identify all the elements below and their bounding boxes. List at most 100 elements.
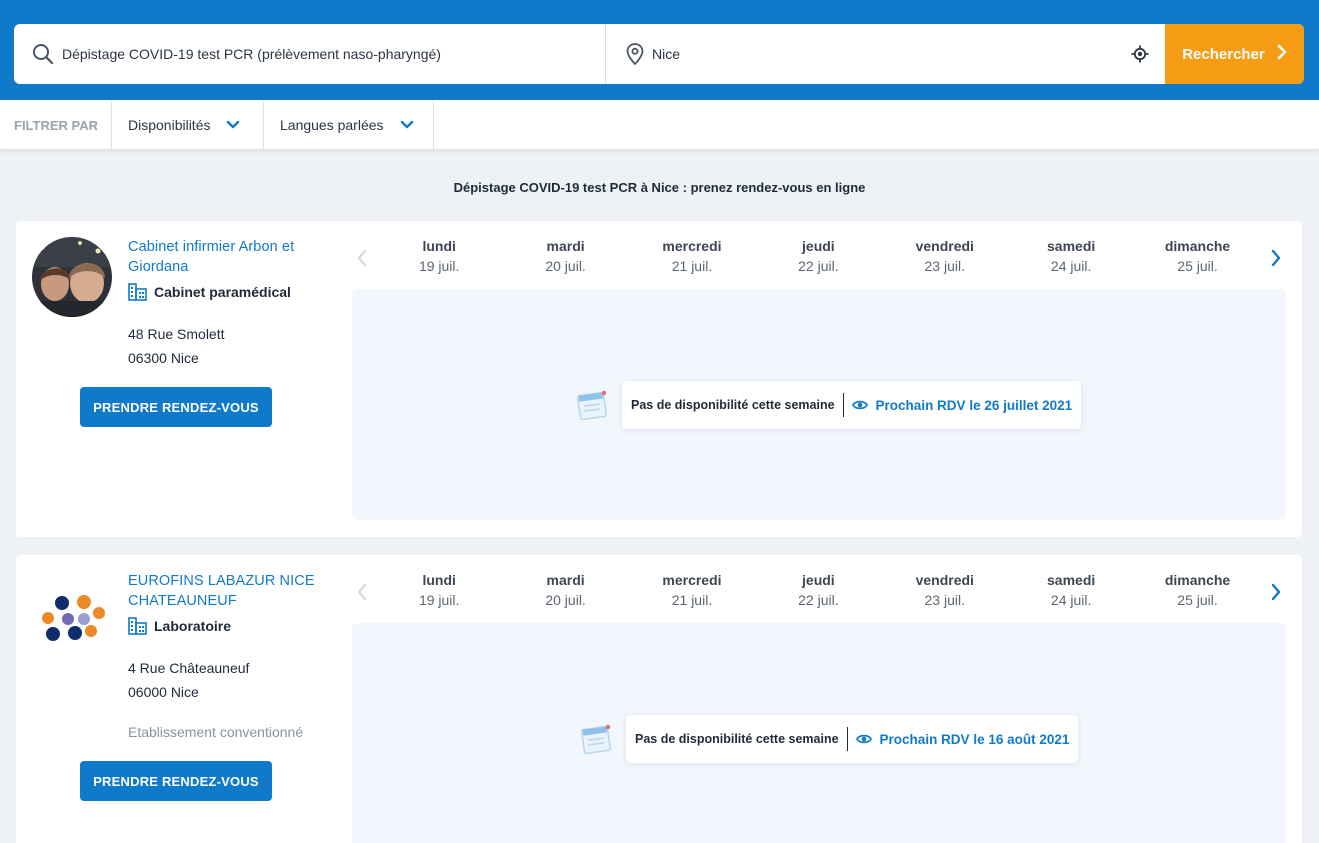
- address: 4 Rue Châteauneuf 06000 Nice: [128, 656, 249, 704]
- search-button-label: Rechercher: [1182, 45, 1265, 63]
- day-column: vendredi 23 juil.: [882, 571, 1008, 611]
- day-name: dimanche: [1164, 238, 1231, 254]
- day-name: samedi: [1047, 572, 1096, 588]
- no-availability-text: Pas de disponibilité cette semaine: [635, 732, 839, 746]
- crosshair-icon[interactable]: [1131, 45, 1149, 66]
- no-availability-text: Pas de disponibilité cette semaine: [631, 398, 835, 412]
- day-column: jeudi 22 juil.: [755, 571, 881, 611]
- day-column: mercredi 21 juil.: [629, 237, 755, 277]
- no-availability-box: Pas de disponibilité cette semaine Proch…: [622, 381, 1082, 429]
- availability-panel: Pas de disponibilité cette semaine Proch…: [352, 623, 1286, 843]
- divider: [842, 393, 844, 417]
- search-box: Dépistage COVID-19 test PCR (prélèvement…: [14, 24, 1304, 84]
- day-date: 21 juil.: [671, 592, 713, 608]
- book-appointment-button[interactable]: PRENDRE RENDEZ-VOUS: [80, 387, 272, 427]
- chevron-right-icon: [1277, 44, 1287, 64]
- page-title: Dépistage COVID-19 test PCR à Nice : pre…: [453, 180, 866, 195]
- filter-languages-dropdown[interactable]: Langues parlées: [264, 100, 434, 150]
- day-date: 25 juil.: [1177, 258, 1218, 274]
- day-column: mercredi 21 juil.: [629, 571, 755, 611]
- practitioner-type: Laboratoire: [128, 617, 231, 635]
- practitioner-name-link[interactable]: Cabinet infirmier Arbon et Giordana: [128, 237, 333, 277]
- map-pin-icon: [626, 43, 644, 65]
- day-date: 25 juil.: [1177, 592, 1218, 608]
- previous-week-icon[interactable]: [356, 249, 368, 272]
- no-availability-notice: Pas de disponibilité cette semaine Proch…: [580, 715, 1079, 763]
- chevron-down-icon: [400, 120, 414, 130]
- availability-panel: Pas de disponibilité cette semaine Proch…: [352, 289, 1286, 520]
- search-icon: [32, 43, 54, 65]
- day-date: 20 juil.: [545, 592, 586, 608]
- practitioner-type-label: Laboratoire: [154, 618, 232, 634]
- search-place-field[interactable]: Nice: [606, 24, 1165, 84]
- day-name: mercredi: [662, 238, 722, 254]
- eurofins-logo: [32, 571, 112, 651]
- previous-week-icon[interactable]: [356, 583, 368, 606]
- practitioner-type: Cabinet paramédical: [128, 283, 291, 301]
- day-name: jeudi: [802, 238, 835, 254]
- search-button[interactable]: Rechercher: [1165, 24, 1304, 84]
- result-card: EUROFINS LABAZUR NICE CHATEAUNEUF Labora…: [16, 555, 1302, 843]
- day-date: 24 juil.: [1050, 592, 1092, 608]
- day-column: lundi 19 juil.: [376, 237, 502, 277]
- avatar: [32, 237, 112, 317]
- day-date: 22 juil.: [798, 258, 839, 274]
- week-days-header: lundi 19 juil. mardi 20 juil. mercredi 21 j…: [376, 571, 1261, 611]
- next-week-icon[interactable]: [1270, 249, 1282, 272]
- day-date: 19 juil.: [418, 592, 460, 608]
- next-week-icon[interactable]: [1270, 583, 1282, 606]
- eye-icon: [855, 733, 872, 745]
- address-city: 06000 Nice: [128, 684, 199, 700]
- day-name: lundi: [422, 572, 456, 588]
- day-name: samedi: [1047, 238, 1096, 254]
- next-appointment-label[interactable]: Prochain RDV le 26 juillet 2021: [876, 398, 1073, 413]
- calendar-icon: [580, 722, 612, 756]
- day-date: 23 juil.: [924, 592, 965, 608]
- book-appointment-button[interactable]: PRENDRE RENDEZ-VOUS: [80, 761, 272, 801]
- filter-bar: FILTRER PAR Disponibilités Langues parlé…: [0, 100, 1319, 150]
- search-place-value[interactable]: Nice: [652, 46, 680, 62]
- search-query-value[interactable]: Dépistage COVID-19 test PCR (prélèvement…: [62, 46, 441, 62]
- day-name: vendredi: [915, 572, 974, 588]
- day-name: mercredi: [662, 572, 722, 588]
- day-name: vendredi: [915, 238, 974, 254]
- filter-availability-label: Disponibilités: [128, 117, 211, 133]
- day-name: jeudi: [802, 572, 835, 588]
- next-appointment-link[interactable]: Prochain RDV le 26 juillet 2021: [851, 398, 1073, 413]
- address-street: 48 Rue Smolett: [128, 326, 225, 342]
- day-date: 24 juil.: [1050, 258, 1092, 274]
- convention-status: Etablissement conventionné: [128, 724, 304, 740]
- day-date: 19 juil.: [418, 258, 460, 274]
- chevron-down-icon: [226, 120, 240, 130]
- address-street: 4 Rue Châteauneuf: [128, 660, 250, 676]
- filter-languages-label: Langues parlées: [280, 117, 384, 133]
- calendar-icon: [576, 388, 608, 422]
- search-query-field[interactable]: Dépistage COVID-19 test PCR (prélèvement…: [14, 24, 606, 84]
- no-availability-notice: Pas de disponibilité cette semaine Proch…: [576, 381, 1082, 429]
- divider: [846, 727, 848, 751]
- day-column: jeudi 22 juil.: [755, 237, 881, 277]
- day-column: lundi 19 juil.: [376, 571, 502, 611]
- day-column: vendredi 23 juil.: [882, 237, 1008, 277]
- address: 48 Rue Smolett 06300 Nice: [128, 322, 225, 370]
- filter-availability-dropdown[interactable]: Disponibilités: [112, 100, 264, 150]
- day-name: mardi: [546, 572, 585, 588]
- day-name: mardi: [546, 238, 585, 254]
- search-header: Dépistage COVID-19 test PCR (prélèvement…: [0, 0, 1319, 100]
- day-column: samedi 24 juil.: [1008, 237, 1134, 277]
- next-appointment-label[interactable]: Prochain RDV le 16 août 2021: [880, 732, 1070, 747]
- filter-label: FILTRER PAR: [0, 100, 112, 150]
- no-availability-box: Pas de disponibilité cette semaine Proch…: [626, 715, 1079, 763]
- next-appointment-link[interactable]: Prochain RDV le 16 août 2021: [855, 732, 1070, 747]
- day-date: 22 juil.: [798, 592, 839, 608]
- day-date: 23 juil.: [924, 258, 965, 274]
- day-column: dimanche 25 juil.: [1134, 571, 1260, 611]
- day-column: dimanche 25 juil.: [1134, 237, 1260, 277]
- day-name: lundi: [422, 238, 456, 254]
- week-days-header: lundi 19 juil. mardi 20 juil. mercredi 21 j…: [376, 237, 1261, 277]
- day-name: dimanche: [1164, 572, 1231, 588]
- building-icon: [128, 617, 148, 635]
- practitioner-name-link[interactable]: EUROFINS LABAZUR NICE CHATEAUNEUF: [128, 571, 333, 611]
- eye-icon: [851, 399, 868, 411]
- building-icon: [128, 283, 148, 301]
